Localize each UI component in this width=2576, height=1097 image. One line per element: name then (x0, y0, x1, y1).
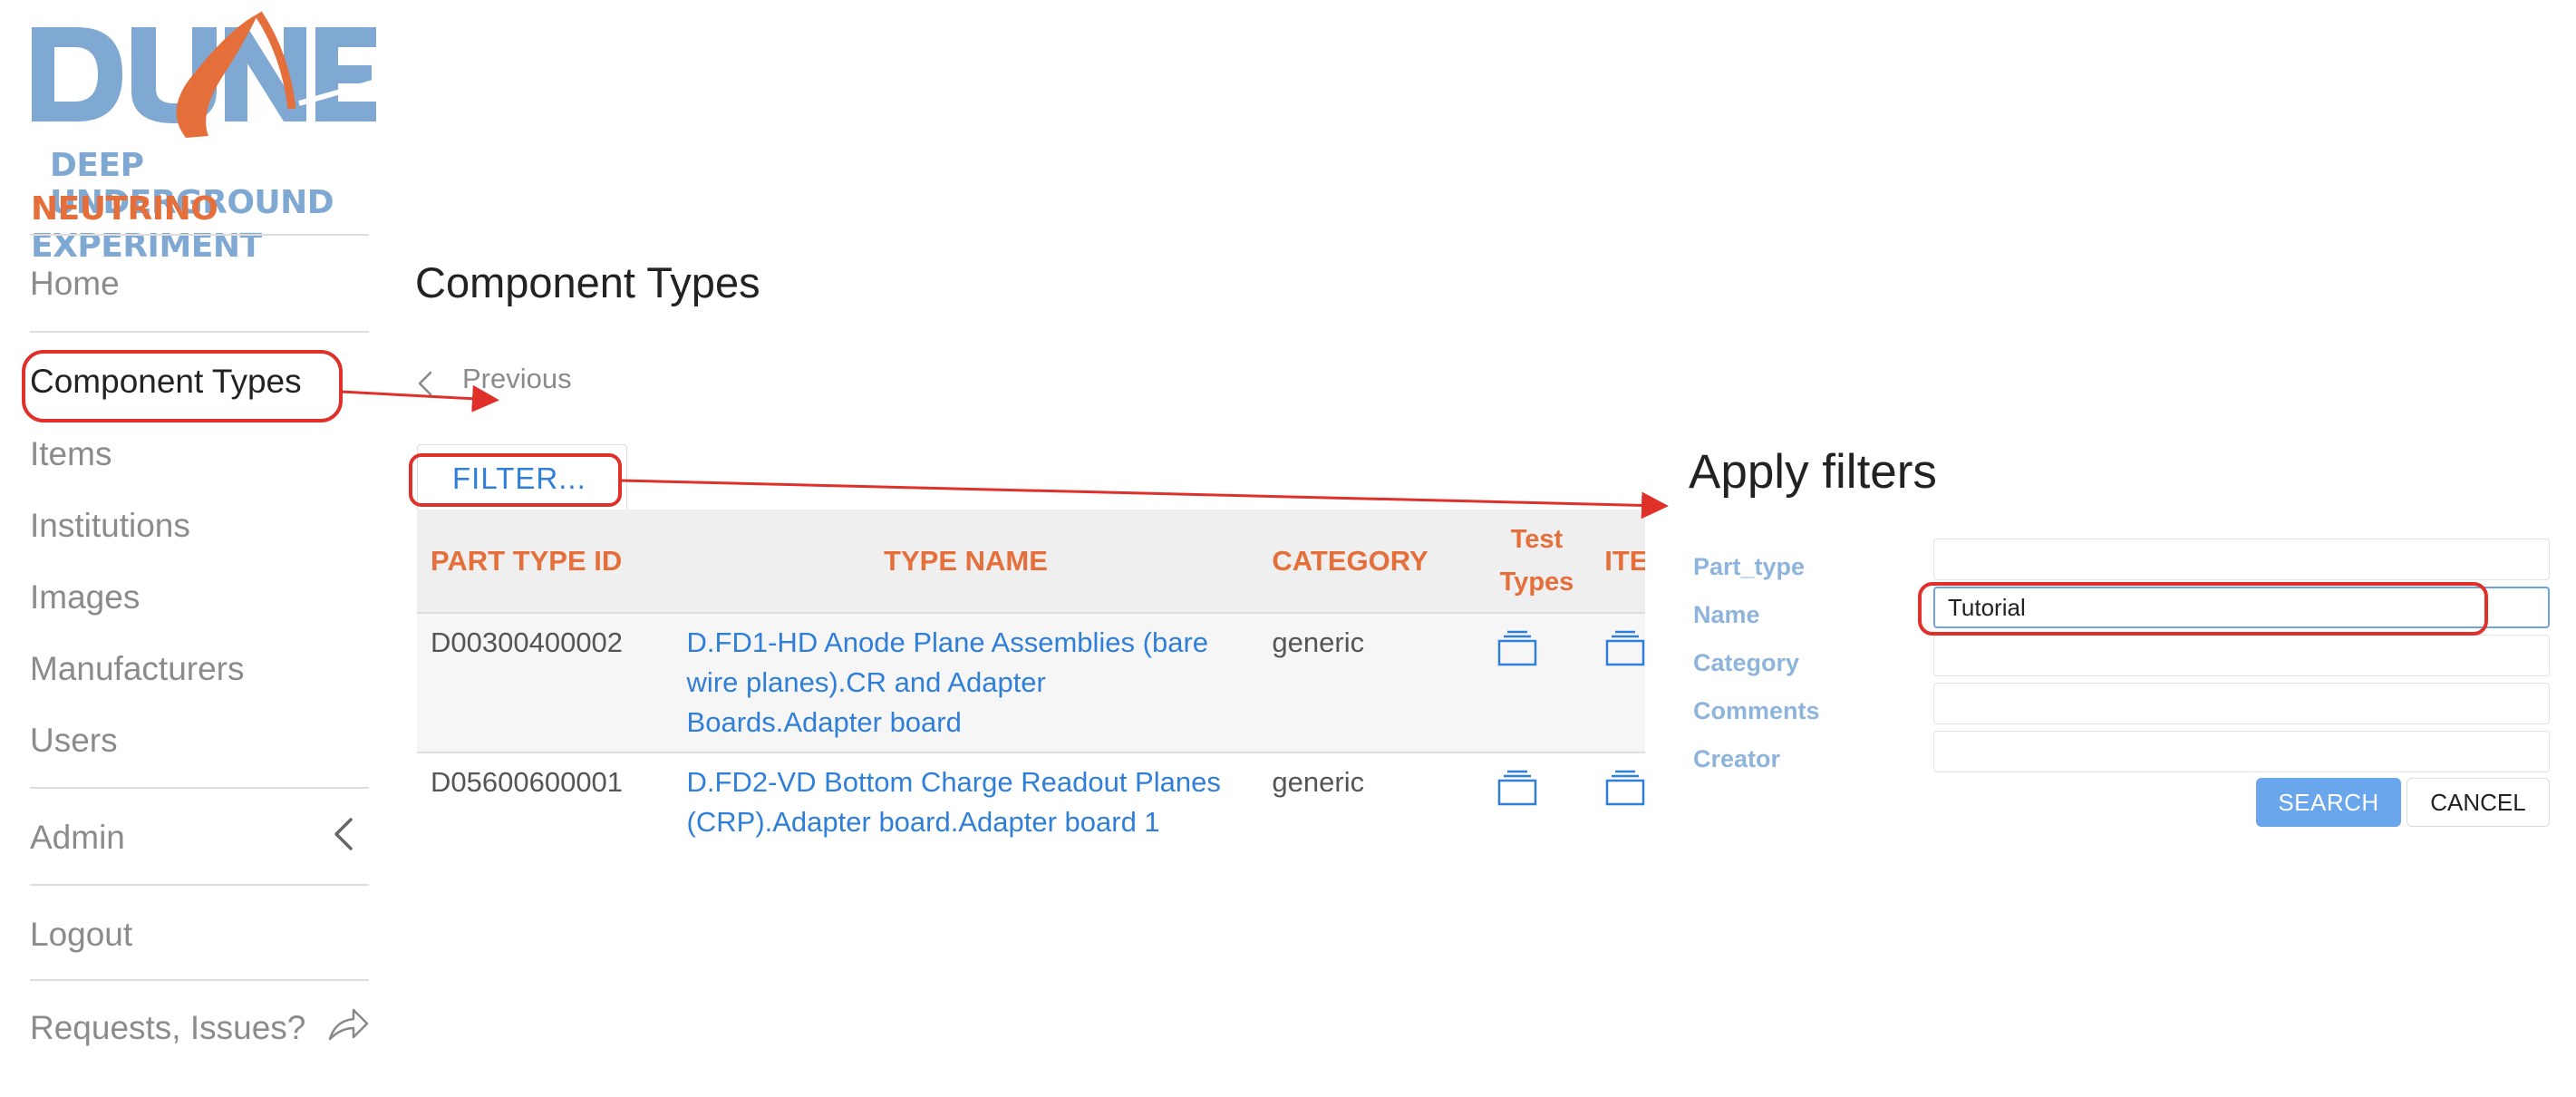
chevron-left-icon[interactable] (331, 816, 356, 852)
sidebar-item-logout[interactable]: Logout (30, 916, 132, 954)
part-type-input[interactable] (1933, 539, 2550, 580)
search-button[interactable]: SEARCH (2256, 778, 2401, 827)
logo-line-neutrino-experiment: NEUTRINO EXPERIMENT (31, 190, 393, 265)
cell-category: generic (1258, 612, 1483, 752)
filter-label-name: Name (1693, 601, 1760, 628)
page-title: Component Types (415, 258, 760, 306)
logo-word-neutrino: NEUTRINO (31, 190, 218, 228)
sidebar-item-home[interactable]: Home (30, 265, 120, 303)
cell-type-name: D.FD1-HD Anode Plane Assemblies (bare wi… (673, 612, 1259, 752)
filter-button[interactable]: FILTER... (417, 444, 627, 510)
chevron-left-icon (418, 371, 432, 396)
sidebar-item-institutions[interactable]: Institutions (30, 507, 190, 545)
sidebar-item-users[interactable]: Users (30, 722, 118, 760)
filter-label: FILTER... (452, 461, 586, 495)
sidebar-item-images[interactable]: Images (30, 578, 140, 616)
tray-icon[interactable] (1496, 630, 1538, 666)
dune-logo[interactable]: DEEP UNDERGROUND NEUTRINO EXPERIMENT (27, 9, 376, 265)
cell-part-type-id: D05600600001 (417, 752, 673, 845)
tray-icon[interactable] (1496, 770, 1538, 806)
tray-icon[interactable] (1604, 630, 1645, 666)
table-row: D00300400002 D.FD1-HD Anode Plane Assemb… (417, 612, 1645, 752)
component-types-table: PART TYPE ID TYPE NAME CATEGORY Test Typ… (417, 510, 1645, 845)
cell-items (1591, 752, 1645, 845)
cell-items (1591, 612, 1645, 752)
sidebar-divider (30, 234, 369, 236)
arrow-to-apply-filters (619, 479, 1669, 519)
cell-category: generic (1258, 752, 1483, 845)
cell-type-name: D.FD2-VD Bottom Charge Readout Planes (C… (673, 752, 1259, 845)
sidebar-item-component-types[interactable]: Component Types (30, 363, 302, 401)
comments-input[interactable] (1933, 683, 2550, 724)
filter-label-comments: Comments (1693, 697, 1820, 724)
apply-filters-title: Apply filters (1689, 445, 1937, 499)
cell-part-type-id: D00300400002 (417, 612, 673, 752)
cell-test-types (1482, 612, 1592, 752)
sidebar-divider (30, 884, 369, 886)
sidebar-divider (30, 787, 369, 789)
column-header-part-type-id[interactable]: PART TYPE ID (417, 510, 673, 613)
sidebar-divider (30, 979, 369, 981)
column-header-items[interactable]: ITEMS (1591, 510, 1645, 613)
sidebar-item-admin[interactable]: Admin (30, 819, 125, 857)
creator-input[interactable] (1933, 731, 2550, 772)
sidebar-item-manufacturers[interactable]: Manufacturers (30, 650, 245, 688)
sidebar-divider (30, 331, 369, 333)
column-header-type-name[interactable]: TYPE NAME (673, 510, 1259, 613)
sidebar-item-items[interactable]: Items (30, 435, 111, 473)
type-name-link[interactable]: D.FD1-HD Anode Plane Assemblies (bare wi… (687, 626, 1208, 738)
column-header-category[interactable]: CATEGORY (1258, 510, 1483, 613)
filter-label-part-type: Part_type (1693, 553, 1806, 580)
dune-logo-mark (32, 11, 376, 138)
filter-label-creator: Creator (1693, 745, 1781, 772)
cancel-button[interactable]: CANCEL (2407, 778, 2550, 827)
table-row: D05600600001 D.FD2-VD Bottom Charge Read… (417, 752, 1645, 845)
name-input[interactable] (1933, 587, 2550, 628)
tray-icon[interactable] (1604, 770, 1645, 806)
cell-test-types (1482, 752, 1592, 845)
column-header-test-line1: Test (1510, 525, 1564, 555)
type-name-link[interactable]: D.FD2-VD Bottom Charge Readout Planes (C… (687, 766, 1221, 838)
column-header-test-line2: Types (1499, 567, 1574, 597)
category-input[interactable] (1933, 635, 2550, 676)
filter-label-category: Category (1693, 649, 1800, 676)
share-arrow-icon[interactable] (326, 1006, 370, 1043)
sidebar-item-requests-issues[interactable]: Requests, Issues? (30, 1009, 305, 1047)
previous-label: Previous (462, 363, 572, 394)
column-header-test-types[interactable]: Test Types (1482, 510, 1592, 613)
